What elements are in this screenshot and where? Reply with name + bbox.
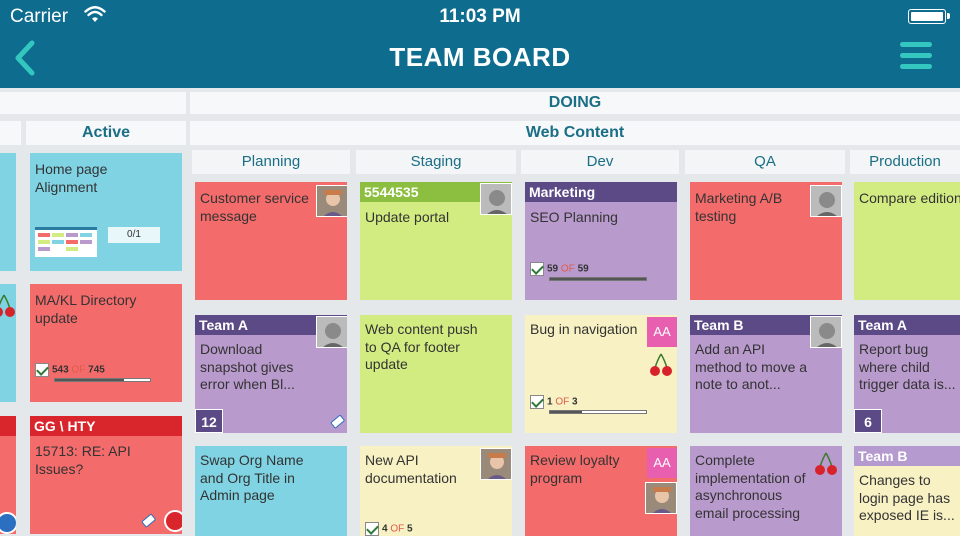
- avatar-icon: [316, 316, 347, 348]
- card-active-3[interactable]: GG \ HTY 15713: RE: API Issues?: [30, 416, 182, 534]
- card-title: Home page Alignment: [35, 161, 108, 195]
- avatar-icon: [480, 448, 512, 480]
- card-prod-3[interactable]: Team B Changes to login page has exposed…: [854, 446, 960, 536]
- card-active-1[interactable]: Home page Alignment 0/1: [30, 153, 182, 271]
- section-header-doing: DOING: [190, 92, 960, 114]
- column-header-planning[interactable]: Planning: [192, 150, 350, 174]
- column-header-qa[interactable]: QA: [685, 150, 845, 174]
- lane-header-web-content: Web Content: [190, 121, 960, 145]
- card-banner: Team B: [854, 446, 960, 466]
- cherry-icon: [815, 452, 837, 475]
- card-title: Marketing A/B testing: [695, 190, 783, 224]
- avatar-icon: [810, 185, 842, 217]
- card-partial-left-2[interactable]: [0, 284, 16, 402]
- card-prod-2[interactable]: Team A Report bug where child trigger da…: [854, 315, 960, 433]
- checkbox-icon: [365, 522, 379, 536]
- card-progress: 1 OF 3: [530, 395, 647, 414]
- card-staging-1[interactable]: 5544535 Update portal: [360, 182, 512, 300]
- card-planning-1[interactable]: Customer service message: [195, 182, 347, 300]
- card-qa-3[interactable]: Complete implementation of asynchronous …: [690, 446, 842, 536]
- card-active-2[interactable]: MA/KL Directory update 543 OF 745: [30, 284, 182, 402]
- progress-bar: [549, 410, 647, 414]
- board-thumbnail-icon: [35, 227, 97, 257]
- card-progress: 4 OF 5: [365, 522, 413, 536]
- card-dev-2[interactable]: Bug in navigation AA 1 OF 3: [525, 315, 677, 433]
- card-banner: Team A: [854, 315, 960, 335]
- card-title: Customer service message: [200, 190, 309, 224]
- card-title: 15713: RE: API Issues?: [35, 443, 131, 477]
- card-title: New API documentation: [365, 452, 457, 486]
- battery-icon: [908, 9, 950, 24]
- card-title: Update portal: [365, 209, 450, 225]
- page-title: TEAM BOARD: [389, 42, 571, 72]
- card-title: Changes to login page has exposed IE is.…: [859, 472, 955, 523]
- checkbox-icon: [530, 395, 544, 409]
- section-header-left: [0, 92, 186, 114]
- status-time: 11:03 PM: [439, 6, 521, 27]
- card-planning-2[interactable]: Team A Download snapshot gives error whe…: [195, 315, 347, 433]
- column-header-dev[interactable]: Dev: [521, 150, 679, 174]
- lane-header-left: [0, 121, 21, 145]
- column-header-staging[interactable]: Staging: [356, 150, 516, 174]
- card-banner: Marketing: [525, 182, 677, 202]
- avatar-icon: [645, 482, 677, 514]
- card-title: Bug in navigation: [530, 321, 638, 337]
- cherry-icon: [650, 353, 672, 376]
- card-title: Report bug where child trigger data is..…: [859, 341, 956, 392]
- card-qa-2[interactable]: Team B Add an API method to move a note …: [690, 315, 842, 433]
- lane-header-active: Active: [26, 121, 186, 145]
- card-title: Download snapshot gives error when Bl...: [200, 341, 295, 392]
- card-staging-2[interactable]: Web content push to QA for footer update: [360, 315, 512, 433]
- card-planning-3[interactable]: Swap Org Name and Org Title in Admin pag…: [195, 446, 347, 536]
- card-title: Swap Org Name and Org Title in Admin pag…: [200, 452, 304, 503]
- card-title: MA/KL Directory update: [35, 292, 137, 326]
- card-staging-3[interactable]: New API documentation 4 OF 5: [360, 446, 512, 536]
- card-dev-1[interactable]: Marketing SEO Planning 59 OF 59: [525, 182, 677, 300]
- tag-icon: [330, 414, 345, 429]
- card-counter: 0/1: [108, 227, 160, 243]
- card-prod-1[interactable]: Compare editions update: [854, 182, 960, 300]
- hamburger-menu-icon[interactable]: [900, 42, 932, 72]
- checkbox-icon: [35, 363, 49, 377]
- column-header-production[interactable]: Production: [850, 150, 960, 174]
- checkbox-icon: [530, 262, 544, 276]
- tag-icon: [141, 513, 156, 528]
- progress-bar: [549, 277, 647, 281]
- card-partial-left-3[interactable]: [0, 416, 16, 534]
- card-banner: GG \ HTY: [30, 416, 182, 436]
- avatar-icon: [316, 185, 347, 217]
- card-title: Review loyalty program: [530, 452, 620, 486]
- card-title: Compare editions update: [859, 190, 960, 206]
- cherry-icon: [0, 294, 15, 317]
- progress-bar: [54, 378, 151, 382]
- avatar-initials: AA: [647, 317, 677, 347]
- navigation-bar: Carrier 11:03 PM TEAM BOARD: [0, 0, 960, 88]
- card-title: Add an API method to move a note to anot…: [695, 341, 808, 392]
- up-arrow-icon: [164, 510, 182, 532]
- card-title: SEO Planning: [530, 209, 618, 225]
- avatar-icon: [810, 316, 842, 348]
- card-count-badge: 12: [195, 409, 223, 433]
- avatar-initials: AA: [647, 448, 677, 478]
- card-partial-left-1[interactable]: [0, 153, 16, 271]
- card-dev-3[interactable]: Review loyalty program AA: [525, 446, 677, 536]
- card-title: Web content push to QA for footer update: [365, 321, 478, 372]
- down-arrow-icon: [0, 512, 16, 534]
- card-title: Complete implementation of asynchronous …: [695, 452, 806, 521]
- card-count-badge: 6: [854, 409, 882, 433]
- avatar-icon: [480, 183, 512, 215]
- card-progress: 59 OF 59: [530, 262, 647, 281]
- card-qa-1[interactable]: Marketing A/B testing: [690, 182, 842, 300]
- card-progress: 543 OF 745: [35, 363, 151, 382]
